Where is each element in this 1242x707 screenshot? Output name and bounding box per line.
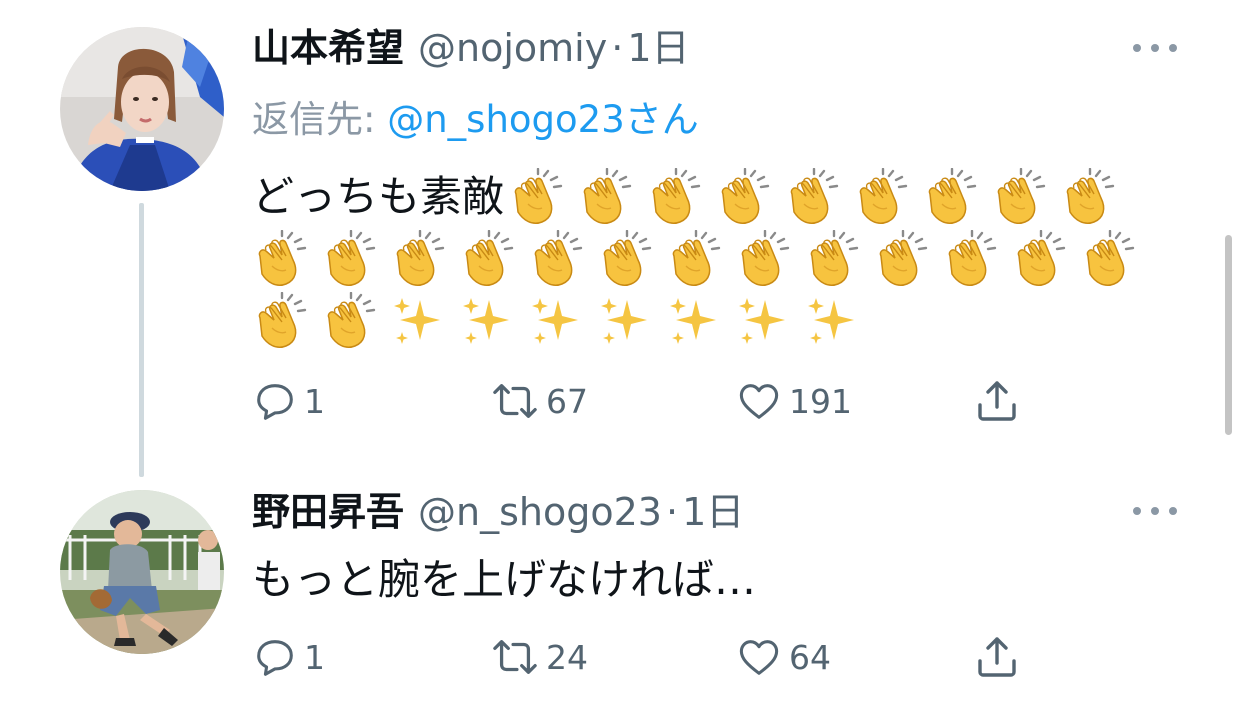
author-name[interactable]: 山本希望 (252, 25, 404, 71)
clapping-hands-emoji (784, 168, 844, 226)
text-line-1: どっちも素敵 (252, 166, 1152, 228)
more-options-icon[interactable] (1133, 38, 1177, 58)
tweet-text: もっと腕を上げなければ… (252, 555, 757, 604)
reply-target-mention[interactable]: @n_shogo23さん (387, 98, 699, 141)
share-icon (978, 381, 1016, 421)
clapping-hands-emoji (1060, 168, 1120, 226)
sparkles-emoji (597, 292, 657, 350)
clapping-hands-emoji (252, 230, 312, 288)
clapping-hands-emoji (991, 168, 1051, 226)
retweet-icon (493, 640, 537, 674)
clapping-hands-emoji (528, 230, 588, 288)
replying-to-label: 返信先: (252, 98, 376, 141)
tweet-text-content: どっちも素敵 (252, 172, 505, 221)
like-count: 191 (789, 381, 852, 421)
sparkles-emoji (804, 292, 864, 350)
clapping-hands-emoji (873, 230, 933, 288)
tweet-text: どっちも素敵 (252, 166, 1152, 352)
text-line-2 (252, 228, 1152, 290)
replying-to-line: 返信先: @n_shogo23さん (252, 96, 699, 144)
tweet-actions: 1 24 64 (252, 632, 1052, 682)
retweet-button[interactable]: 24 (490, 632, 588, 682)
retweet-count: 67 (546, 381, 588, 421)
clapping-hands-emoji (1011, 230, 1071, 288)
author-name[interactable]: 野田昇吾 (252, 489, 404, 535)
sparkles-emoji (735, 292, 795, 350)
avatar[interactable] (60, 27, 224, 191)
clapping-hands-emoji (508, 168, 568, 226)
clapping-hands-emoji (390, 230, 450, 288)
tweet-timestamp[interactable]: 1日 (627, 25, 689, 71)
reply-count: 1 (304, 381, 325, 421)
clapping-hands-emoji (252, 292, 312, 350)
text-line-3 (252, 290, 1152, 352)
more-options-icon[interactable] (1133, 501, 1177, 521)
clapping-hands-emoji (577, 168, 637, 226)
clapping-hands-emoji (853, 168, 913, 226)
retweet-icon (493, 384, 537, 418)
clapping-hands-emoji (321, 292, 381, 350)
reply-count: 1 (304, 637, 325, 677)
sparkles-emoji (528, 292, 588, 350)
clapping-hands-emoji (942, 230, 1002, 288)
like-button[interactable]: 64 (735, 632, 831, 682)
clapping-hands-emoji (715, 168, 775, 226)
clapping-hands-emoji (804, 230, 864, 288)
like-count: 64 (789, 637, 831, 677)
retweet-button[interactable]: 67 (490, 376, 588, 426)
tweet-header: 野田昇吾 @n_shogo23 · 1日 (252, 489, 744, 535)
tweet-thread: 山本希望 @nojomiy · 1日 返信先: @n_shogo23さん どっち… (0, 0, 1242, 707)
clapping-hands-emoji (922, 168, 982, 226)
clapping-hands-emoji (666, 230, 726, 288)
share-button[interactable] (972, 376, 1022, 426)
clapping-hands-emoji (735, 230, 795, 288)
share-icon (978, 637, 1016, 677)
author-handle[interactable]: @n_shogo23 (418, 489, 662, 535)
heart-icon (739, 384, 779, 419)
separator-dot: · (665, 490, 679, 534)
clapping-hands-emoji (321, 230, 381, 288)
avatar-photo-woman (60, 27, 224, 191)
sparkles-emoji (390, 292, 450, 350)
clapping-hands-emoji (646, 168, 706, 226)
reply-icon (257, 640, 293, 676)
avatar[interactable] (60, 490, 224, 654)
tweet-header: 山本希望 @nojomiy · 1日 (252, 25, 690, 71)
author-handle[interactable]: @nojomiy (418, 25, 607, 71)
sparkles-emoji (666, 292, 726, 350)
retweet-count: 24 (546, 637, 588, 677)
scrollbar-thumb[interactable] (1225, 235, 1232, 435)
tweet-timestamp[interactable]: 1日 (682, 489, 744, 535)
reply-button[interactable]: 1 (252, 632, 325, 682)
clapping-hands-emoji (459, 230, 519, 288)
reply-icon (257, 384, 293, 420)
avatar-photo-child (60, 490, 224, 654)
thread-connector-line (139, 203, 144, 477)
clapping-hands-emoji (597, 230, 657, 288)
clapping-hands-emoji (1080, 230, 1140, 288)
sparkles-emoji (459, 292, 519, 350)
heart-icon (739, 640, 779, 675)
tweet-actions: 1 67 191 (252, 376, 1052, 426)
separator-dot: · (611, 26, 624, 70)
like-button[interactable]: 191 (735, 376, 852, 426)
share-button[interactable] (972, 632, 1022, 682)
reply-button[interactable]: 1 (252, 376, 325, 426)
